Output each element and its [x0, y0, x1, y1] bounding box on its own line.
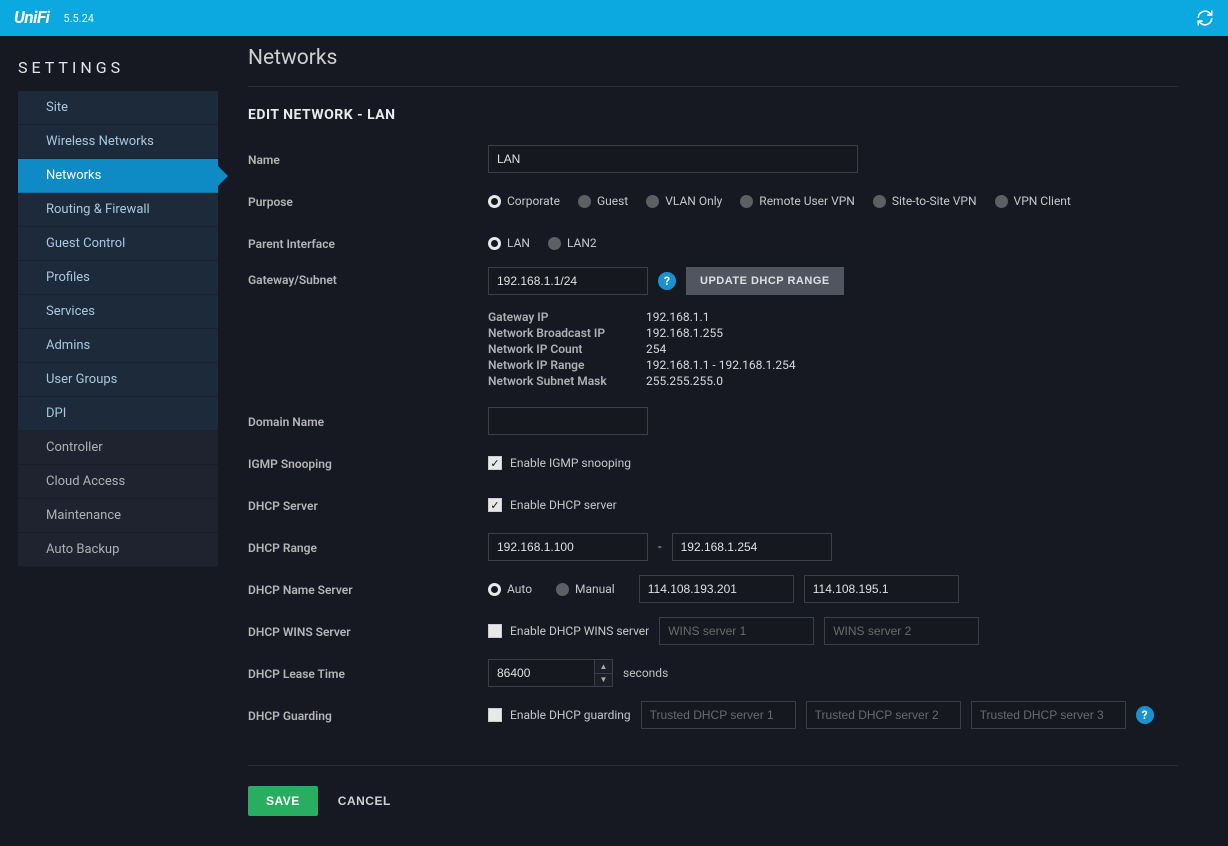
radio-ns-auto[interactable]: Auto [488, 582, 532, 596]
radio-s2svpn[interactable]: Site-to-Site VPN [873, 194, 977, 208]
sidebar-item-cloud[interactable]: Cloud Access [18, 465, 218, 499]
guard2-input[interactable] [806, 701, 961, 729]
radio-lan[interactable]: LAN [488, 236, 530, 250]
sidebar-item-dpi[interactable]: DPI [18, 397, 218, 431]
label-parent: Parent Interface [248, 235, 488, 251]
label-name: Name [248, 151, 488, 167]
version-label: 5.5.24 [63, 12, 94, 25]
label-igmp: IGMP Snooping [248, 455, 488, 471]
domain-input[interactable] [488, 407, 648, 435]
info-count-v: 254 [646, 342, 666, 356]
guard1-input[interactable] [641, 701, 796, 729]
sidebar-item-profiles[interactable]: Profiles [18, 261, 218, 295]
range-start-input[interactable] [488, 533, 648, 561]
label-gateway: Gateway/Subnet [248, 267, 488, 287]
stepper-up-icon[interactable]: ▲ [595, 660, 612, 674]
label-range: DHCP Range [248, 539, 488, 555]
purpose-radios: Corporate Guest VLAN Only Remote User VP… [488, 194, 1178, 208]
sidebar-item-wireless[interactable]: Wireless Networks [18, 125, 218, 159]
parent-radios: LAN LAN2 [488, 236, 1178, 250]
info-broadcast-v: 192.168.1.255 [646, 326, 723, 340]
stepper-down-icon[interactable]: ▼ [595, 674, 612, 687]
gateway-info: Gateway IP192.168.1.1 Network Broadcast … [488, 309, 1178, 389]
radio-vlanonly[interactable]: VLAN Only [646, 194, 722, 208]
gateway-input[interactable] [488, 267, 648, 295]
label-dhcp: DHCP Server [248, 497, 488, 513]
range-end-input[interactable] [672, 533, 832, 561]
lease-unit: seconds [623, 666, 668, 680]
page-title: Networks [248, 46, 1178, 70]
dhcp-checkbox[interactable]: ✓Enable DHCP server [488, 498, 617, 512]
guard-checkbox[interactable]: Enable DHCP guarding [488, 708, 631, 722]
range-separator: - [658, 540, 662, 555]
sidebar-item-site[interactable]: Site [18, 91, 218, 125]
settings-sidebar: SETTINGS Site Wireless Networks Networks… [0, 36, 218, 846]
sidebar-item-networks[interactable]: Networks [18, 159, 218, 193]
label-purpose: Purpose [248, 193, 488, 209]
ns1-input[interactable] [639, 575, 794, 603]
sidebar-item-services[interactable]: Services [18, 295, 218, 329]
nav-secondary: Controller Cloud Access Maintenance Auto… [18, 431, 218, 567]
guard3-input[interactable] [971, 701, 1126, 729]
sidebar-item-backup[interactable]: Auto Backup [18, 533, 218, 567]
info-subnet-k: Network Subnet Mask [488, 374, 646, 388]
wins-checkbox[interactable]: Enable DHCP WINS server [488, 624, 649, 638]
lease-stepper[interactable]: ▲▼ [594, 660, 612, 686]
info-gateway-ip-k: Gateway IP [488, 310, 646, 324]
info-broadcast-k: Network Broadcast IP [488, 326, 646, 340]
refresh-icon[interactable] [1196, 9, 1214, 27]
main-content: Networks EDIT NETWORK - LAN Name Purpose… [218, 36, 1228, 846]
radio-vpnclient[interactable]: VPN Client [995, 194, 1071, 208]
info-count-k: Network IP Count [488, 342, 646, 356]
label-guard: DHCP Guarding [248, 707, 488, 723]
brand-logo: UniFi [14, 8, 49, 28]
save-button[interactable]: SAVE [248, 786, 318, 816]
section-title: EDIT NETWORK - LAN [248, 107, 1178, 123]
help-icon[interactable]: ? [1136, 706, 1154, 724]
divider [248, 86, 1178, 87]
radio-ns-manual[interactable]: Manual [556, 582, 615, 596]
info-subnet-v: 255.255.255.0 [646, 374, 723, 388]
radio-lan2[interactable]: LAN2 [548, 236, 597, 250]
radio-corporate[interactable]: Corporate [488, 194, 560, 208]
info-range-k: Network IP Range [488, 358, 646, 372]
topbar-left: UniFi 5.5.24 [14, 8, 94, 28]
nav-primary: Site Wireless Networks Networks Routing … [18, 91, 218, 431]
label-wins: DHCP WINS Server [248, 623, 488, 639]
sidebar-item-routing[interactable]: Routing & Firewall [18, 193, 218, 227]
ns2-input[interactable] [804, 575, 959, 603]
sidebar-item-admins[interactable]: Admins [18, 329, 218, 363]
update-dhcp-range-button[interactable]: UPDATE DHCP RANGE [686, 267, 844, 295]
radio-remotevpn[interactable]: Remote User VPN [740, 194, 855, 208]
top-bar: UniFi 5.5.24 [0, 0, 1228, 36]
label-domain: Domain Name [248, 413, 488, 429]
info-range-v: 192.168.1.1 - 192.168.1.254 [646, 358, 796, 372]
label-lease: DHCP Lease Time [248, 665, 488, 681]
sidebar-title: SETTINGS [18, 48, 218, 91]
help-icon[interactable]: ? [658, 272, 676, 290]
cancel-button[interactable]: CANCEL [338, 794, 391, 808]
sidebar-item-guest[interactable]: Guest Control [18, 227, 218, 261]
radio-guest[interactable]: Guest [578, 194, 628, 208]
sidebar-item-controller[interactable]: Controller [18, 431, 218, 465]
name-input[interactable] [488, 145, 858, 173]
info-gateway-ip-v: 192.168.1.1 [646, 310, 709, 324]
label-ns: DHCP Name Server [248, 581, 488, 597]
topbar-right [1196, 9, 1214, 27]
sidebar-item-usergroups[interactable]: User Groups [18, 363, 218, 397]
wins1-input[interactable] [659, 617, 814, 645]
igmp-checkbox[interactable]: ✓Enable IGMP snooping [488, 456, 631, 470]
wins2-input[interactable] [824, 617, 979, 645]
sidebar-item-maintenance[interactable]: Maintenance [18, 499, 218, 533]
